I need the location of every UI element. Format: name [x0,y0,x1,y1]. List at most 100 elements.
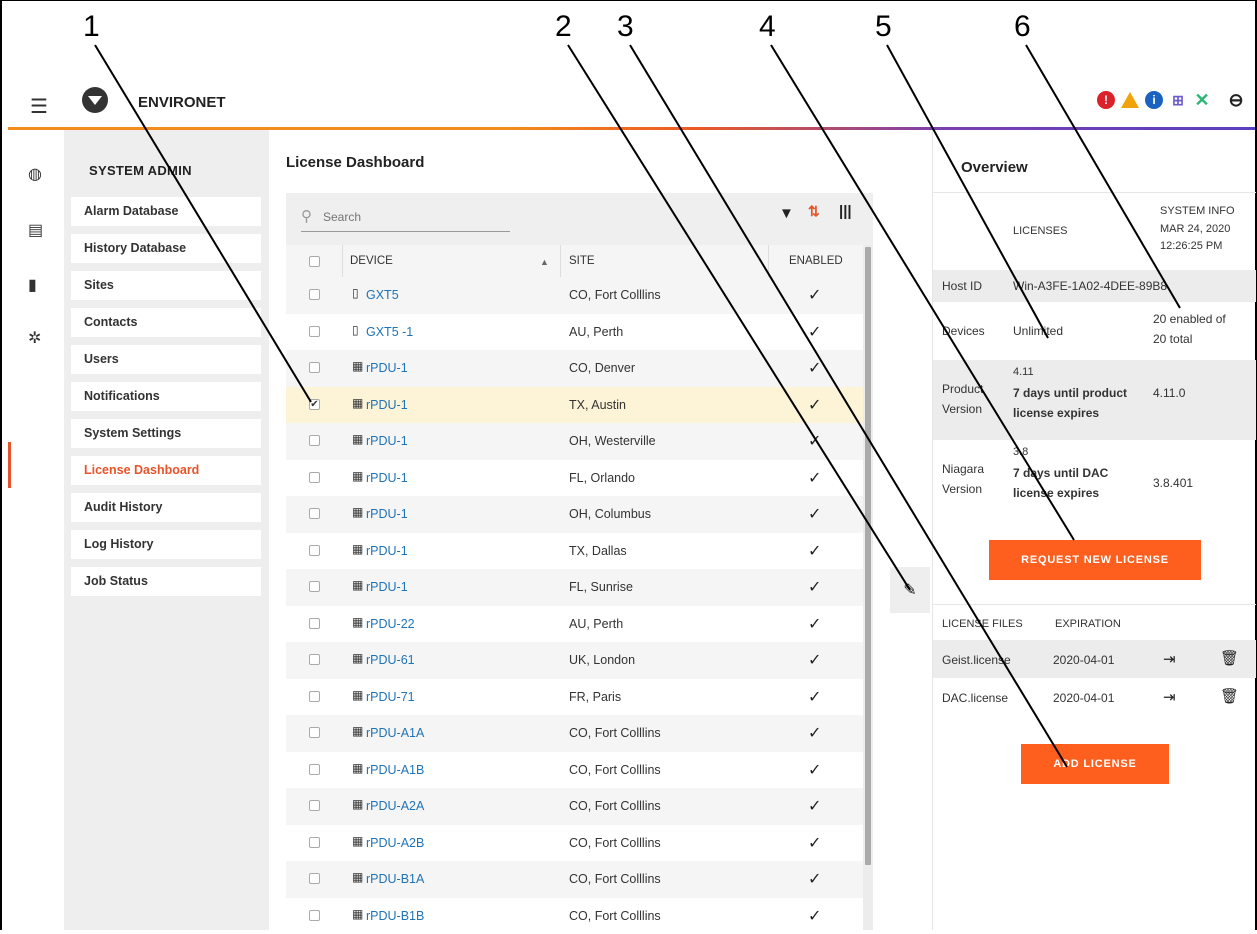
search-box: ⚲ [301,207,510,232]
column-header-site[interactable]: SITE [569,255,595,267]
row-checkbox[interactable] [309,618,320,629]
table-row[interactable]: ▦rPDU-A1ACO, Fort Colllins✓ [286,715,863,752]
row-checkbox[interactable]: ✔ [309,399,320,410]
network-icon[interactable]: ⊞ [1169,91,1187,109]
device-link[interactable]: rPDU-1 [366,471,408,485]
delete-icon[interactable]: 🗑 [1220,687,1239,705]
row-checkbox[interactable] [309,873,320,884]
columns-icon[interactable]: ||| [839,203,852,220]
pdu-device-icon: ▦ [352,505,363,519]
row-checkbox[interactable] [309,472,320,483]
licenses-column-header: LICENSES [1013,225,1067,237]
select-all-checkbox[interactable] [309,256,320,267]
devices-icon[interactable]: ▮ [28,275,44,291]
filter-icon[interactable]: ▼ [779,205,794,222]
device-link[interactable]: rPDU-1 [366,398,408,412]
column-header-enabled[interactable]: ENABLED [789,255,843,267]
sidebar-item-license-dashboard[interactable]: License Dashboard [71,456,261,485]
table-row[interactable]: ▦rPDU-A2ACO, Fort Colllins✓ [286,788,863,825]
device-link[interactable]: GXT5 -1 [366,325,413,339]
table-row[interactable]: ▦rPDU-B1BCO, Fort Colllins✓ [286,898,863,934]
sidebar-item-job-status[interactable]: Job Status [71,567,261,596]
device-link[interactable]: rPDU-B1B [366,909,424,923]
sidebar-item-history-database[interactable]: History Database [71,234,261,263]
device-link[interactable]: rPDU-1 [366,580,408,594]
settings-icon[interactable]: ✲ [28,328,44,344]
search-input[interactable] [323,210,503,224]
device-link[interactable]: rPDU-A2A [366,799,424,813]
table-row[interactable]: ▯GXT5CO, Fort Colllins✓ [286,277,863,314]
row-checkbox[interactable] [309,435,320,446]
device-link[interactable]: rPDU-A2B [366,836,424,850]
table-scrollbar[interactable] [863,245,873,930]
device-link[interactable]: rPDU-22 [366,617,415,631]
row-checkbox[interactable] [309,800,320,811]
table-row[interactable]: ▦rPDU-1TX, Dallas✓ [286,533,863,570]
tools-icon[interactable]: ✕ [1193,91,1211,109]
device-link[interactable]: GXT5 [366,288,399,302]
row-checkbox[interactable] [309,326,320,337]
row-checkbox[interactable] [309,727,320,738]
export-icon[interactable]: ⇥ [1163,650,1176,668]
request-new-license-button[interactable]: REQUEST NEW LICENSE [989,540,1201,580]
table-row[interactable]: ▦rPDU-A2BCO, Fort Colllins✓ [286,825,863,862]
row-checkbox[interactable] [309,837,320,848]
enabled-check-icon: ✓ [808,906,821,926]
sidebar-item-log-history[interactable]: Log History [71,530,261,559]
device-link[interactable]: rPDU-A1A [366,726,424,740]
table-row[interactable]: ▦rPDU-1FL, Orlando✓ [286,460,863,497]
delete-icon[interactable]: 🗑 [1220,649,1239,667]
warning-icon[interactable] [1121,92,1139,108]
row-checkbox[interactable] [309,764,320,775]
table-row[interactable]: ▦rPDU-71FR, Paris✓ [286,679,863,716]
menu-icon[interactable]: ☰ [30,94,48,119]
device-link[interactable]: rPDU-A1B [366,763,424,777]
sidebar-item-notifications[interactable]: Notifications [71,382,261,411]
sidebar-item-users[interactable]: Users [71,345,261,374]
sidebar-item-alarm-database[interactable]: Alarm Database [71,197,261,226]
sidebar-item-audit-history[interactable]: Audit History [71,493,261,522]
row-checkbox[interactable] [309,654,320,665]
globe-icon[interactable]: ◍ [28,164,44,180]
column-header-device[interactable]: DEVICE [350,255,393,267]
table-row[interactable]: ▦rPDU-1OH, Columbus✓ [286,496,863,533]
device-link[interactable]: rPDU-B1A [366,872,424,886]
row-checkbox[interactable] [309,545,320,556]
device-link[interactable]: rPDU-71 [366,690,415,704]
sort-icon[interactable]: ⇅ [808,203,820,220]
row-checkbox[interactable] [309,362,320,373]
table-row[interactable]: ▦rPDU-61UK, London✓ [286,642,863,679]
device-link[interactable]: rPDU-1 [366,544,408,558]
sidebar-item-contacts[interactable]: Contacts [71,308,261,337]
add-license-button[interactable]: ADD LICENSE [1021,744,1169,784]
enabled-check-icon: ✓ [808,650,821,670]
license-file-expiration: 2020-04-01 [1053,653,1114,667]
table-row[interactable]: ▦rPDU-B1ACO, Fort Colllins✓ [286,861,863,898]
sidebar-item-system-settings[interactable]: System Settings [71,419,261,448]
export-icon[interactable]: ⇥ [1163,688,1176,706]
table-row[interactable]: ▦rPDU-1FL, Sunrise✓ [286,569,863,606]
table-row[interactable]: ▦rPDU-22AU, Perth✓ [286,606,863,643]
table-row[interactable]: ✔▦rPDU-1TX, Austin✓ [286,387,863,424]
row-checkbox[interactable] [309,289,320,300]
row-checkbox[interactable] [309,581,320,592]
info-icon[interactable]: i [1145,91,1163,109]
device-link[interactable]: rPDU-61 [366,653,415,667]
device-link[interactable]: rPDU-1 [366,434,408,448]
row-checkbox[interactable] [309,910,320,921]
sidebar-item-sites[interactable]: Sites [71,271,261,300]
user-icon[interactable]: ⊖ [1227,91,1245,109]
alarm-icon[interactable]: ! [1097,91,1115,109]
row-checkbox[interactable] [309,691,320,702]
edit-button[interactable]: ✎ [890,567,930,613]
scrollbar-thumb[interactable] [865,247,871,865]
table-row[interactable]: ▦rPDU-A1BCO, Fort Colllins✓ [286,752,863,789]
device-link[interactable]: rPDU-1 [366,507,408,521]
sort-ascending-icon[interactable]: ▲ [540,257,549,267]
device-link[interactable]: rPDU-1 [366,361,408,375]
row-checkbox[interactable] [309,508,320,519]
table-row[interactable]: ▯GXT5 -1AU, Perth✓ [286,314,863,351]
reports-icon[interactable]: ▤ [28,220,44,236]
table-row[interactable]: ▦rPDU-1OH, Westerville✓ [286,423,863,460]
table-row[interactable]: ▦rPDU-1CO, Denver✓ [286,350,863,387]
